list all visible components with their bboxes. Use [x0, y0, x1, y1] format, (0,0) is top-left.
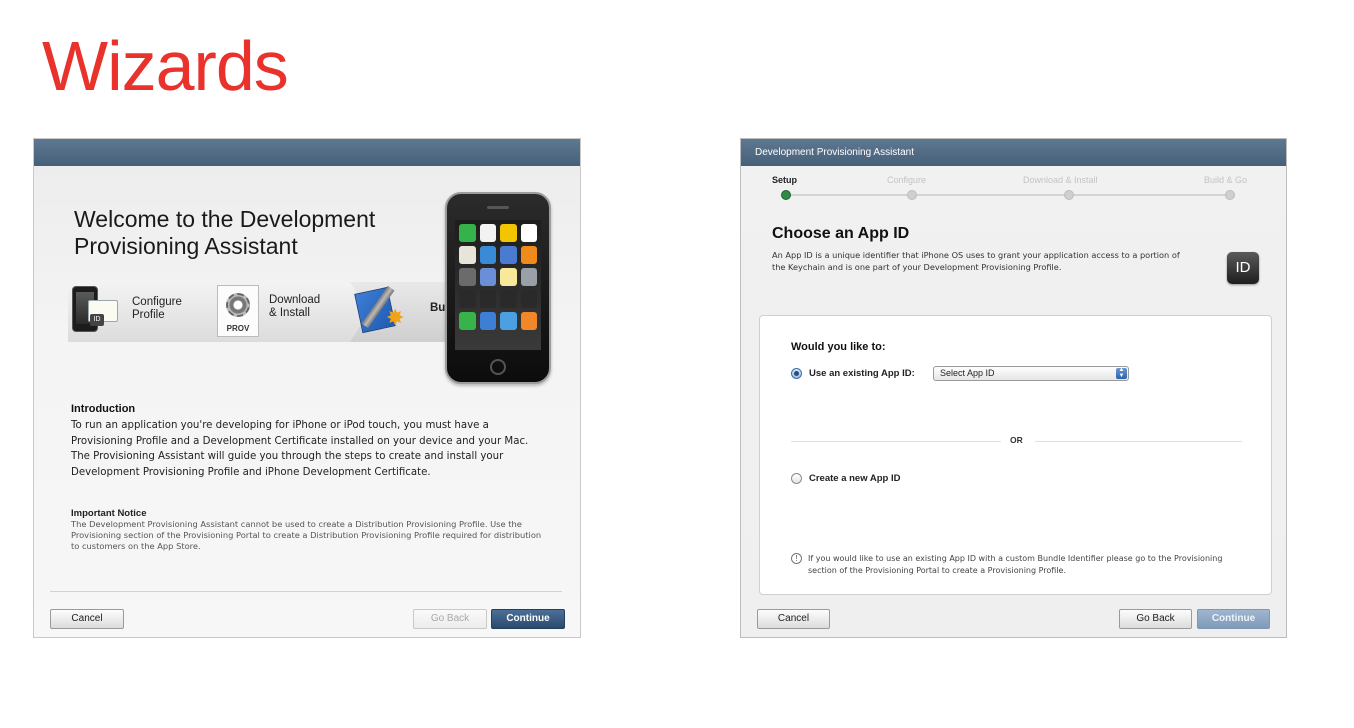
step-label-download: Download & Install [269, 294, 321, 319]
prov-icon-label: PROV [226, 324, 250, 333]
dock-app-icon [500, 312, 517, 330]
go-back-button[interactable]: Go Back [1119, 609, 1192, 629]
app-id-select-value: Select App ID [940, 368, 995, 378]
radio-create-new[interactable] [791, 473, 802, 484]
app-icon [500, 268, 517, 286]
window-title: Development Provisioning Assistant [741, 139, 1286, 166]
options-card: Would you like to: Use an existing App I… [759, 315, 1272, 595]
app-id-icon: ID [1227, 252, 1259, 284]
iphone-illustration [445, 192, 551, 384]
step-label-configure: Configure Profile [132, 296, 182, 321]
app-id-wizard-window: Development Provisioning Assistant Setup… [740, 138, 1287, 638]
radio-use-existing[interactable] [791, 368, 802, 379]
continue-button[interactable]: Continue [1197, 609, 1270, 629]
dock-app-icon [459, 312, 476, 330]
page-description: An App ID is a unique identifier that iP… [772, 250, 1180, 272]
or-divider-left [791, 441, 1001, 442]
app-icon [479, 290, 496, 308]
progress-step-build: Build & Go [1204, 175, 1248, 185]
introduction-heading: Introduction [71, 403, 136, 415]
footer-divider [50, 591, 562, 592]
important-notice-heading: Important Notice [71, 508, 147, 519]
page-title: Choose an App ID [772, 225, 910, 242]
progress-step-setup: Setup [772, 175, 798, 185]
app-icon [459, 268, 476, 286]
iphone-home-button [490, 359, 506, 375]
app-icon [479, 224, 496, 242]
app-icon [520, 268, 537, 286]
app-icon [500, 224, 517, 242]
app-icon [500, 246, 517, 264]
welcome-wizard-window: Welcome to the Development Provisioning … [33, 138, 581, 638]
option-use-existing-label[interactable]: Use an existing App ID: [809, 368, 915, 379]
progress-dot [1064, 190, 1074, 200]
dock-app-icon [479, 312, 496, 330]
important-notice-text: The Development Provisioning Assistant c… [71, 519, 542, 551]
window-titlebar [34, 139, 580, 166]
info-text: If you would like to use an existing App… [808, 554, 1223, 575]
cancel-button[interactable]: Cancel [50, 609, 124, 629]
progress-track [786, 194, 1232, 196]
slide-title: Wizards [42, 27, 289, 105]
option-create-new-label[interactable]: Create a new App ID [809, 473, 901, 484]
xcode-build-icon: ✸ [354, 284, 406, 334]
app-icon [459, 246, 476, 264]
options-prompt: Would you like to: [791, 341, 886, 353]
welcome-heading: Welcome to the Development Provisioning … [74, 206, 376, 259]
progress-dot [907, 190, 917, 200]
dock-app-icon [520, 312, 537, 330]
progress-step-download: Download & Install [1023, 175, 1098, 185]
go-back-button[interactable]: Go Back [413, 609, 487, 629]
select-arrows-icon: ▲ ▼ [1116, 367, 1127, 379]
app-icon [520, 246, 537, 264]
iphone-home-screen [455, 220, 541, 350]
provisioning-gear-icon: PROV [217, 285, 259, 337]
app-icon [500, 290, 517, 308]
info-icon: ! [791, 553, 802, 564]
app-icon [459, 224, 476, 242]
app-icon [520, 224, 537, 242]
app-icon [479, 268, 496, 286]
progress-dot-active [781, 190, 791, 200]
id-badge-icon: ID [90, 314, 104, 326]
or-separator: OR [1010, 435, 1023, 445]
introduction-text: To run an application you're developing … [71, 420, 529, 478]
progress-dot [1225, 190, 1235, 200]
app-id-select[interactable]: Select App ID ▲ ▼ [933, 366, 1129, 381]
or-divider-right [1035, 441, 1242, 442]
gear-icon [226, 293, 250, 317]
iphone-speaker [487, 206, 509, 209]
app-icon [459, 290, 476, 308]
progress-step-configure: Configure [887, 175, 927, 185]
cancel-button[interactable]: Cancel [757, 609, 830, 629]
continue-button[interactable]: Continue [491, 609, 565, 629]
app-icon [520, 290, 537, 308]
star-icon: ✸ [386, 306, 405, 331]
app-icon [479, 246, 496, 264]
